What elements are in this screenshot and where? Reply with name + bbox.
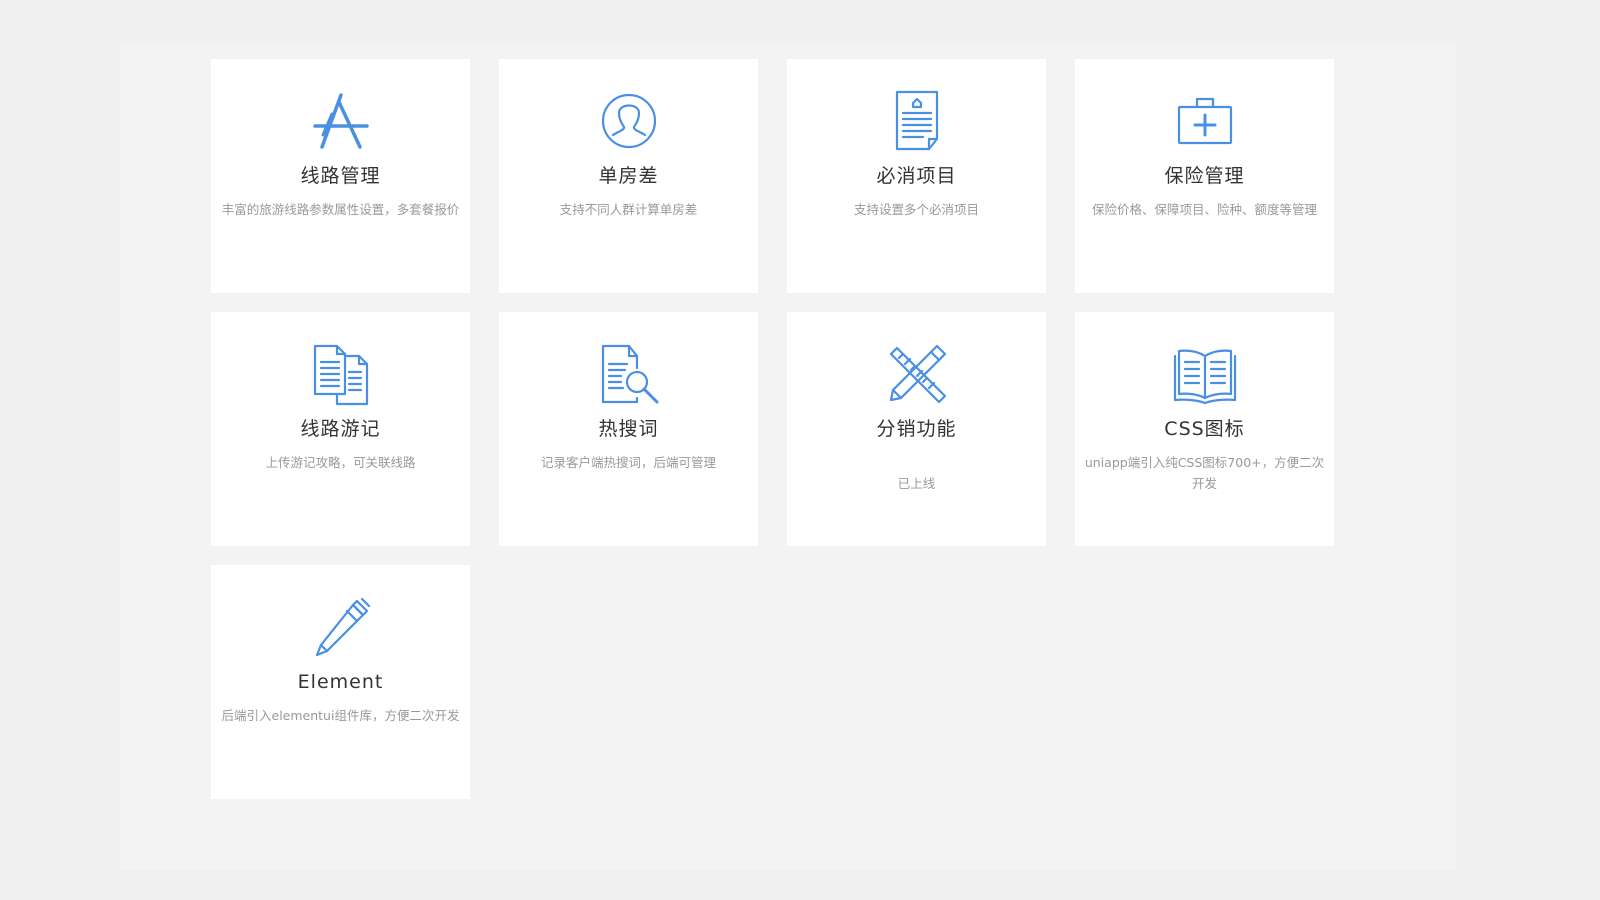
document-search-icon (597, 342, 661, 406)
feature-card-hot-search-words[interactable]: 热搜词 记录客户端热搜词，后端可管理 (499, 312, 758, 546)
card-description: 已上线 (897, 476, 936, 491)
document-icon (885, 89, 949, 153)
card-title: CSS图标 (1164, 418, 1245, 440)
ruler-pencil-icon (885, 342, 949, 406)
card-title: 分销功能 (876, 418, 957, 440)
feature-card-insurance-management[interactable]: 保险管理 保险价格、保障项目、险种、额度等管理 (1075, 59, 1334, 293)
feature-card-css-icons[interactable]: CSS图标 uniapp端引入纯CSS图标700+，方便二次开发 (1075, 312, 1334, 546)
feature-grid: 线路管理 丰富的旅游线路参数属性设置，多套餐报价 单房差 支持不同人群计算单房差… (211, 59, 1334, 799)
card-title: 保险管理 (1164, 165, 1245, 187)
feature-card-distribution[interactable]: 分销功能 已上线 (787, 312, 1046, 546)
card-description: 后端引入elementui组件库，方便二次开发 (221, 708, 460, 723)
medical-kit-icon (1173, 89, 1237, 153)
card-description: 记录客户端热搜词，后端可管理 (540, 455, 716, 470)
open-book-icon (1173, 342, 1237, 406)
card-description: uniapp端引入纯CSS图标700+，方便二次开发 (1084, 455, 1325, 491)
feature-card-route-management[interactable]: 线路管理 丰富的旅游线路参数属性设置，多套餐报价 (211, 59, 470, 293)
card-title: 必消项目 (876, 165, 957, 187)
pen-icon (309, 595, 373, 659)
card-description: 保险价格、保障项目、险种、额度等管理 (1091, 202, 1317, 217)
card-description: 上传游记攻略，可关联线路 (265, 455, 416, 470)
card-title: 线路管理 (300, 165, 381, 187)
documents-icon (309, 342, 373, 406)
app-store-icon (309, 89, 373, 153)
user-icon (597, 89, 661, 153)
card-title: 热搜词 (598, 418, 659, 440)
card-title: Element (297, 671, 384, 693)
card-description: 支持不同人群计算单房差 (559, 202, 698, 217)
feature-card-travel-notes[interactable]: 线路游记 上传游记攻略，可关联线路 (211, 312, 470, 546)
feature-card-single-room-supplement[interactable]: 单房差 支持不同人群计算单房差 (499, 59, 758, 293)
card-title: 单房差 (598, 165, 659, 187)
card-description: 丰富的旅游线路参数属性设置，多套餐报价 (221, 202, 460, 217)
feature-card-mandatory-items[interactable]: 必消项目 支持设置多个必消项目 (787, 59, 1046, 293)
card-title: 线路游记 (300, 418, 381, 440)
card-description: 支持设置多个必消项目 (853, 202, 979, 217)
feature-card-element[interactable]: Element 后端引入elementui组件库，方便二次开发 (211, 565, 470, 799)
